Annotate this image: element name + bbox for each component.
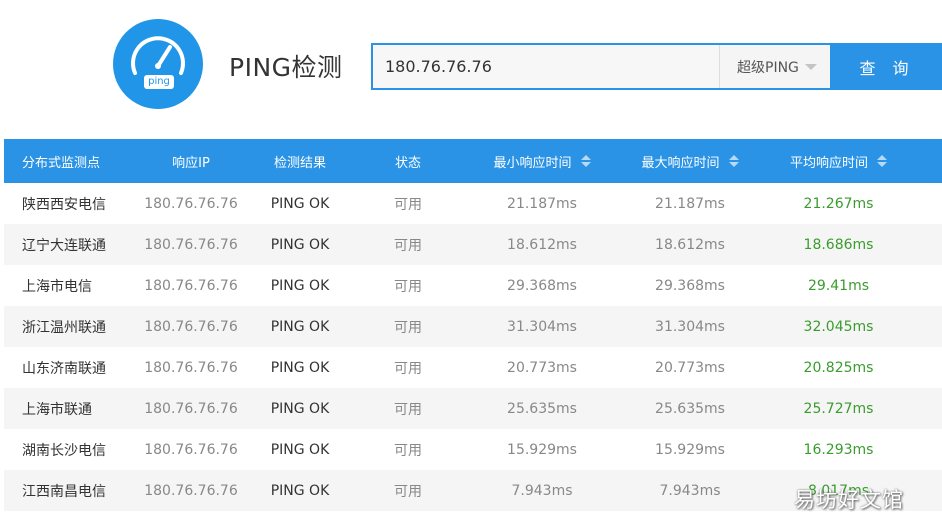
cell-avg-time: 21.267ms (803, 195, 874, 212)
column-header-max-time[interactable]: 最大响应时间 (620, 139, 760, 183)
table-row: 辽宁大连联通 180.76.76.76 PING OK 可用 18.612ms 18.61… (4, 224, 942, 265)
cell-ip: 180.76.76.76 (144, 441, 238, 458)
chevron-down-icon (804, 63, 817, 70)
query-button[interactable]: 查 询 (830, 43, 942, 90)
table-row: 山东济南联通 180.76.76.76 PING OK 可用 20.773ms 20.77… (4, 347, 942, 388)
cell-ip: 180.76.76.76 (144, 359, 238, 376)
cell-status: 可用 (394, 319, 422, 336)
cell-location: 浙江温州联通 (22, 319, 106, 336)
cell-location: 江西南昌电信 (22, 483, 106, 500)
sort-icon[interactable] (877, 155, 887, 167)
ping-mode-label: 超级PING (737, 59, 799, 76)
cell-status: 可用 (394, 278, 422, 295)
cell-max-time: 31.304ms (655, 318, 725, 335)
column-header-result: 检测结果 (273, 155, 326, 171)
cell-max-time: 20.773ms (655, 359, 725, 376)
cell-location: 陕西西安电信 (22, 196, 106, 213)
search-bar: 超级PING 查 询 (371, 43, 942, 90)
column-header-min-time[interactable]: 最小响应时间 (464, 139, 620, 183)
cell-location: 辽宁大连联通 (22, 237, 106, 254)
cell-min-time: 21.187ms (507, 195, 577, 212)
sort-icon[interactable] (580, 155, 591, 167)
column-header-ip: 响应IP (172, 155, 210, 171)
cell-min-time: 25.635ms (507, 400, 577, 417)
column-header-avg-time[interactable]: 平均响应时间 (760, 139, 917, 183)
cell-location: 山东济南联通 (22, 360, 106, 377)
cell-status: 可用 (394, 237, 422, 254)
cell-avg-time: 16.293ms (803, 441, 874, 458)
cell-result: PING OK (270, 277, 330, 294)
cell-min-time: 7.943ms (511, 482, 573, 499)
cell-result: PING OK (270, 400, 330, 417)
cell-status: 可用 (394, 442, 422, 459)
watermark: 易坊好文馆 (794, 488, 904, 512)
ping-mode-select[interactable]: 超级PING (719, 45, 830, 88)
ip-search-input[interactable] (373, 45, 719, 88)
cell-max-time: 7.943ms (659, 482, 721, 499)
ping-logo: ping (113, 19, 203, 109)
cell-ip: 180.76.76.76 (144, 236, 238, 253)
cell-max-time: 15.929ms (655, 441, 725, 458)
cell-status: 可用 (394, 483, 422, 500)
cell-max-time: 25.635ms (655, 400, 725, 417)
cell-max-time: 29.368ms (655, 277, 725, 294)
cell-ip: 180.76.76.76 (144, 400, 238, 417)
cell-max-time: 21.187ms (655, 195, 725, 212)
cell-avg-time: 20.825ms (803, 359, 874, 376)
cell-min-time: 15.929ms (507, 441, 577, 458)
cell-min-time: 20.773ms (507, 359, 577, 376)
logo-text: ping (148, 76, 170, 87)
cell-location: 上海市联通 (22, 401, 92, 418)
cell-location: 湖南长沙电信 (22, 442, 106, 459)
cell-min-time: 29.368ms (507, 277, 577, 294)
cell-avg-time: 18.686ms (803, 236, 874, 253)
table-row: 浙江温州联通 180.76.76.76 PING OK 可用 31.304ms 31.30… (4, 306, 942, 347)
cell-ip: 180.76.76.76 (144, 318, 238, 335)
cell-ip: 180.76.76.76 (144, 482, 238, 499)
cell-result: PING OK (270, 318, 330, 335)
cell-ip: 180.76.76.76 (144, 195, 238, 212)
cell-status: 可用 (394, 196, 422, 213)
cell-ip: 180.76.76.76 (144, 277, 238, 294)
column-header-status: 状态 (394, 155, 421, 171)
table-row: 上海市联通 180.76.76.76 PING OK 可用 25.635ms 25.635… (4, 388, 942, 429)
cell-result: PING OK (270, 482, 330, 499)
cell-avg-time: 29.41ms (807, 277, 869, 294)
table-row: 上海市电信 180.76.76.76 PING OK 可用 29.368ms 29.368… (4, 265, 942, 306)
cell-avg-time: 25.727ms (803, 400, 874, 417)
cell-avg-time: 32.045ms (803, 318, 874, 335)
column-header-location: 分布式监测点 (22, 155, 101, 171)
cell-result: PING OK (270, 236, 330, 253)
ping-results-table: 分布式监测点 响应IP 检测结果 状态 最小响应时间 最大响应时间 平均响应时间… (4, 139, 942, 511)
cell-min-time: 31.304ms (507, 318, 577, 335)
cell-result: PING OK (270, 359, 330, 376)
cell-result: PING OK (270, 441, 330, 458)
cell-status: 可用 (394, 401, 422, 418)
cell-max-time: 18.612ms (655, 236, 725, 253)
table-row: 湖南长沙电信 180.76.76.76 PING OK 可用 15.929ms 15.92… (4, 429, 942, 470)
table-header: 分布式监测点 响应IP 检测结果 状态 最小响应时间 最大响应时间 平均响应时间 (4, 139, 942, 183)
page-title: PING检测 (229, 53, 343, 82)
table-row: 陕西西安电信 180.76.76.76 PING OK 可用 21.187ms 21.18… (4, 183, 942, 224)
speedometer-icon (131, 36, 185, 89)
cell-result: PING OK (270, 195, 330, 212)
cell-location: 上海市电信 (22, 278, 92, 295)
sort-icon[interactable] (728, 155, 739, 167)
cell-status: 可用 (394, 360, 422, 377)
table-body: 陕西西安电信 180.76.76.76 PING OK 可用 21.187ms 21.18… (4, 183, 942, 511)
cell-min-time: 18.612ms (507, 236, 577, 253)
